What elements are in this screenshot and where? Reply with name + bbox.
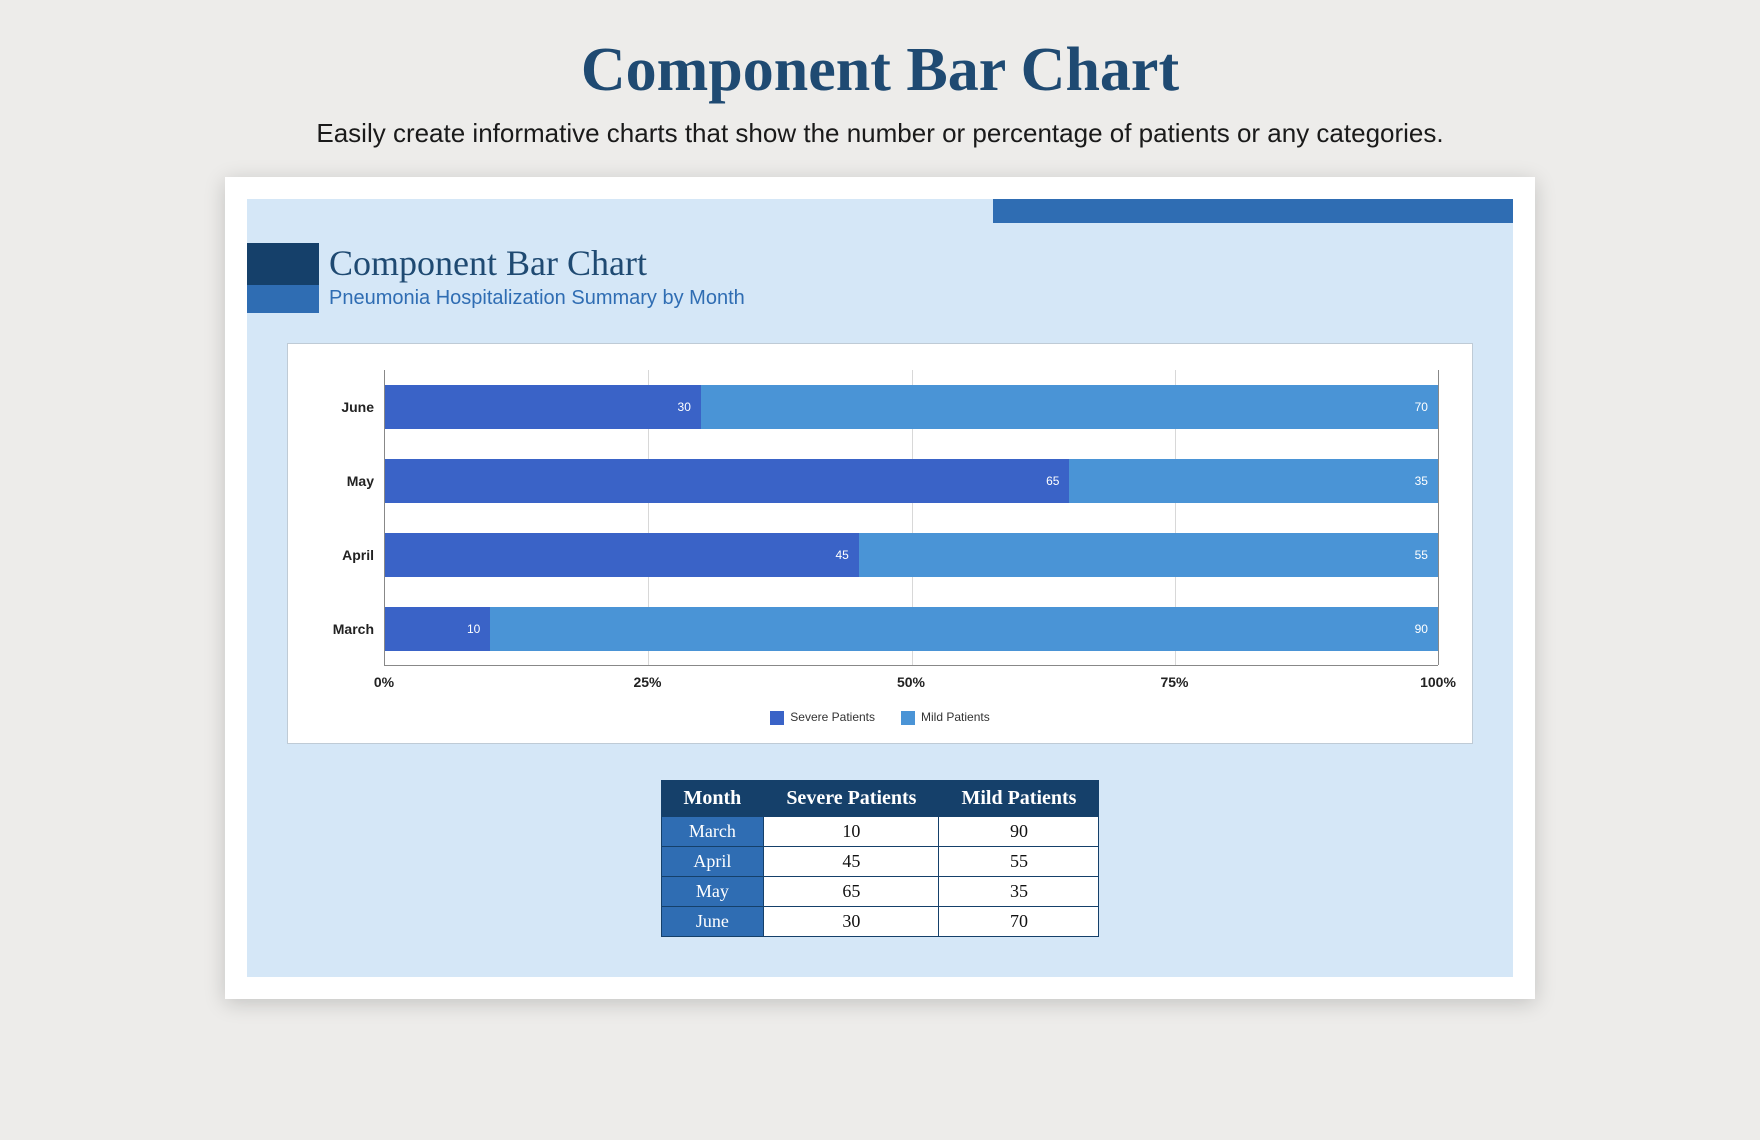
bar-segment-severe: 65 (385, 459, 1069, 503)
bar-row: 45 55 (385, 533, 1438, 577)
y-axis-labels: June May April March (322, 370, 384, 666)
bar-row: 10 90 (385, 607, 1438, 651)
data-table: Month Severe Patients Mild Patients Marc… (661, 780, 1100, 937)
accent-bar (993, 199, 1513, 223)
page-subtitle: Easily create informative charts that sh… (120, 118, 1640, 149)
table-cell: 10 (764, 816, 939, 846)
document-sheet: Component Bar Chart Pneumonia Hospitaliz… (225, 177, 1535, 999)
table-cell-month: June (661, 906, 764, 936)
plot-area: 30 70 65 35 45 55 10 90 (384, 370, 1438, 666)
bar-segment-severe: 30 (385, 385, 701, 429)
table-cell-month: March (661, 816, 764, 846)
legend-item-mild: Mild Patients (901, 710, 990, 725)
chart-panel: Component Bar Chart Pneumonia Hospitaliz… (247, 199, 1513, 977)
table-cell-month: May (661, 876, 764, 906)
table-cell: 70 (939, 906, 1099, 936)
chart-container: June May April March 30 70 (287, 343, 1473, 744)
bar-segment-mild: 90 (490, 607, 1438, 651)
table-header-row: Month Severe Patients Mild Patients (661, 780, 1099, 816)
table-cell: 45 (764, 846, 939, 876)
chart-legend: Severe Patients Mild Patients (322, 710, 1438, 725)
table-cell: 90 (939, 816, 1099, 846)
bar-segment-mild: 70 (701, 385, 1438, 429)
y-label: May (322, 444, 384, 518)
table-header: Severe Patients (764, 780, 939, 816)
table-header: Mild Patients (939, 780, 1099, 816)
legend-swatch-icon (770, 711, 784, 725)
table-row: April 45 55 (661, 846, 1099, 876)
bar-row: 65 35 (385, 459, 1438, 503)
legend-item-severe: Severe Patients (770, 710, 875, 725)
bar-row: 30 70 (385, 385, 1438, 429)
y-label: March (322, 592, 384, 666)
table-cell: 30 (764, 906, 939, 936)
x-tick: 50% (897, 674, 925, 690)
x-tick: 100% (1420, 674, 1456, 690)
page-title: Component Bar Chart (120, 35, 1640, 106)
y-label: April (322, 518, 384, 592)
x-tick: 75% (1160, 674, 1188, 690)
title-block-decoration (247, 243, 319, 313)
x-tick: 0% (374, 674, 394, 690)
table-cell: 65 (764, 876, 939, 906)
legend-swatch-icon (901, 711, 915, 725)
x-tick: 25% (633, 674, 661, 690)
table-header: Month (661, 780, 764, 816)
table-row: May 65 35 (661, 876, 1099, 906)
legend-label: Severe Patients (790, 710, 875, 724)
card-subtitle: Pneumonia Hospitalization Summary by Mon… (329, 287, 745, 310)
table-row: June 30 70 (661, 906, 1099, 936)
card-title: Component Bar Chart (329, 243, 745, 283)
table-cell: 55 (939, 846, 1099, 876)
legend-label: Mild Patients (921, 710, 990, 724)
table-row: March 10 90 (661, 816, 1099, 846)
bar-segment-severe: 10 (385, 607, 490, 651)
bar-segment-severe: 45 (385, 533, 859, 577)
bar-segment-mild: 55 (859, 533, 1438, 577)
table-cell-month: April (661, 846, 764, 876)
bar-segment-mild: 35 (1069, 459, 1438, 503)
y-label: June (322, 370, 384, 444)
table-cell: 35 (939, 876, 1099, 906)
x-axis: 0% 25% 50% 75% 100% (384, 674, 1438, 696)
